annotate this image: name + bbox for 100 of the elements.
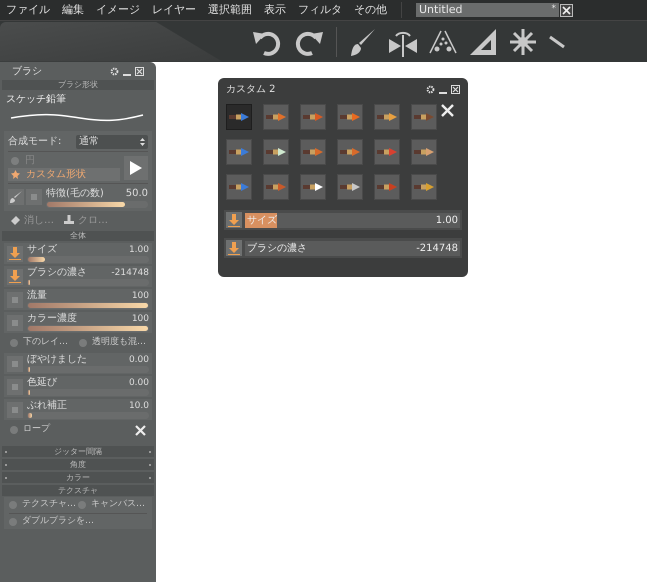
shape-label: カスタム形状 [26,168,86,182]
brush-preset[interactable] [337,174,363,200]
brush-icon [303,147,323,157]
play-icon [129,160,143,176]
slider-track[interactable] [27,256,149,263]
collapsed-section[interactable]: 角度 [2,459,154,470]
brush-preset[interactable] [411,104,437,130]
menu-item[interactable]: 編集 [56,2,90,18]
brush-icon [377,182,397,192]
menu-item[interactable]: フィルタ [292,2,348,18]
play-button[interactable] [124,156,148,180]
close-icon[interactable] [560,4,573,16]
slider-label: サイズ [27,244,57,256]
panel-title: カスタム 2 [226,82,276,96]
pressure-toggle[interactable] [7,292,23,308]
slider-value: 1.00 [128,244,149,256]
pressure-toggle[interactable] [26,189,42,205]
brush-preset[interactable] [226,174,252,200]
pressure-toggle[interactable] [7,268,23,284]
blend-mode-label: 合成モード: [8,134,62,149]
radio-button[interactable] [78,501,86,509]
brush-preset[interactable] [374,139,400,165]
brush-icon [340,112,360,122]
slider-track[interactable] [27,366,149,373]
brush-toggle-icon[interactable] [8,189,24,205]
brush-preset[interactable] [300,139,326,165]
slider-track[interactable] [27,389,149,396]
brush-icon [377,112,397,122]
slider-track[interactable]: サイズ 1.00 [245,212,460,228]
eraser-icon[interactable] [10,216,20,224]
slider-track[interactable]: ブラシの濃さ -214748 [245,240,460,256]
slider-label: ブラシの濃さ [247,242,307,256]
tool-label: 消し… [24,214,54,228]
brush-icon [414,182,434,192]
settings-icon[interactable] [426,84,435,94]
brush-preset[interactable] [337,139,363,165]
option-label: 透明度も混… [92,336,146,350]
brush-preset[interactable] [300,104,326,130]
collapsed-section[interactable]: ジッター間隔 [2,446,154,457]
radio-button[interactable] [10,426,18,434]
snowflake-icon[interactable] [509,28,537,56]
brush-preset[interactable] [411,139,437,165]
slider-value: 0.00 [128,354,149,366]
brush-preset[interactable] [337,104,363,130]
close-icon[interactable] [451,84,460,94]
radio-button[interactable] [79,339,87,347]
pressure-toggle[interactable] [7,402,23,418]
slider-track[interactable] [27,279,149,286]
pressure-toggle[interactable] [7,378,23,394]
slider-label: ぼやけました [27,354,87,366]
brush-preset[interactable] [263,104,289,130]
stamp-icon[interactable] [64,215,74,225]
brush-preset[interactable] [263,174,289,200]
slider-label: ぶれ補正 [27,400,67,412]
brush-preset[interactable] [226,104,252,130]
ruler-icon[interactable] [549,34,565,48]
brush-icon [377,147,397,157]
brush-icon [266,182,286,192]
brush-name: スケッチ鉛筆 [5,93,67,107]
pressure-toggle[interactable] [7,246,23,262]
brush-preset[interactable] [374,104,400,130]
pressure-toggle[interactable] [226,240,242,256]
slider-value: -214748 [416,242,458,256]
radio-button[interactable] [10,339,18,347]
document-tab[interactable]: Untitled * [416,3,559,17]
menu-item[interactable]: レイヤー [146,2,202,18]
menu-item[interactable]: 表示 [258,2,292,18]
blend-mode-select[interactable]: 通常 [76,134,148,148]
brush-preset[interactable] [411,174,437,200]
brush-preset[interactable] [300,174,326,200]
settings-icon[interactable] [110,66,119,76]
pressure-toggle[interactable] [7,356,23,372]
pressure-toggle[interactable] [226,212,242,228]
spray-icon[interactable] [429,28,457,54]
slider-label: カラー濃度 [27,313,77,325]
option-label: テクスチャ… [22,498,76,512]
brush-preset[interactable] [263,139,289,165]
slider-value: 50.0 [126,187,148,201]
menu-item[interactable]: 選択範囲 [202,2,258,18]
brush-preset[interactable] [226,139,252,165]
slider-value: 0.00 [128,377,149,389]
pressure-toggle[interactable] [7,314,23,330]
collapsed-section[interactable]: カラー [2,472,154,483]
slider-label: ブラシの濃さ [27,267,87,279]
section-header: テクスチャ [2,485,154,496]
menu-item[interactable]: イメージ [90,2,146,18]
brush-icon[interactable] [349,26,377,56]
slider-track[interactable] [46,201,148,208]
menu-item[interactable]: ファイル [0,2,56,18]
menu-item[interactable]: その他 [348,2,393,18]
radio-button[interactable] [9,518,17,526]
brush-icon [303,112,323,122]
option-label: ロープ [23,423,50,436]
slider-value: -214748 [111,267,149,279]
brush-preset[interactable] [374,174,400,200]
slider-track[interactable] [27,412,149,419]
slider-label: 特徴(毛の数) [46,186,104,201]
brush-icon [229,182,249,192]
brush-icon [340,147,360,157]
radio-button[interactable] [9,501,17,509]
